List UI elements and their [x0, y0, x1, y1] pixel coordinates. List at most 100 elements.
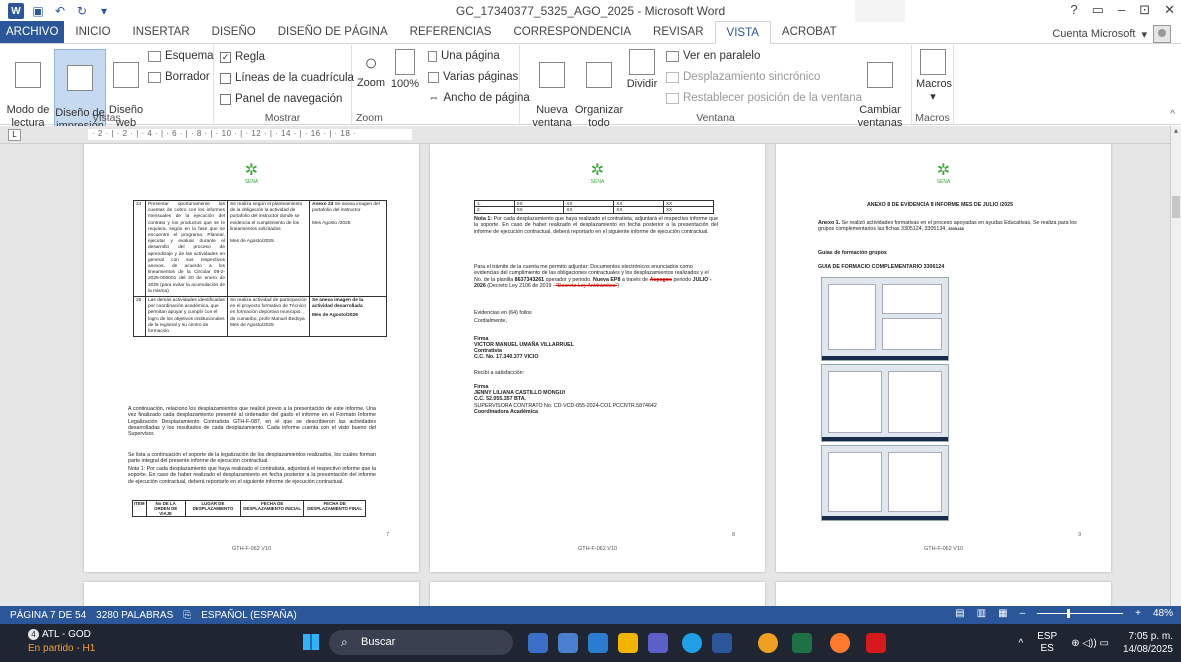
draft-button[interactable]: Borrador [148, 71, 210, 83]
group-label-vistas: Vistas [92, 112, 121, 124]
tab-acrobat[interactable]: ACROBAT [771, 21, 848, 43]
page-width-button[interactable]: ⇔ Ancho de página [428, 92, 530, 104]
page-count-status[interactable]: PÁGINA 7 DE 54 [10, 610, 86, 621]
widgets-icon[interactable] [558, 633, 578, 653]
zoom-button[interactable]: ○ Zoom [354, 49, 388, 90]
help-icon[interactable]: ? [1070, 2, 1077, 18]
zoom-in-button[interactable]: + [1135, 608, 1141, 619]
window-controls: ? ▭ – ⊡ ✕ [1070, 2, 1175, 18]
redo-icon[interactable]: ↻ [74, 3, 90, 19]
tab-referencias[interactable]: REFERENCIAS [399, 21, 503, 43]
tab-diseno[interactable]: DISEÑO [201, 21, 267, 43]
taskbar-search[interactable]: ⌕ Buscar [329, 630, 513, 655]
navigation-pane-checkbox[interactable]: Panel de navegación [220, 93, 342, 105]
store-icon[interactable] [588, 633, 608, 653]
web-layout-status-icon[interactable]: ▦ [998, 608, 1007, 619]
word-taskbar-icon[interactable] [712, 633, 732, 653]
page-12-top[interactable] [776, 582, 1111, 606]
network-volume-battery-icon[interactable]: ⊕ ◁)) ▭ [1071, 638, 1109, 649]
ribbon-display-icon[interactable]: ▭ [1092, 2, 1104, 18]
undo-icon[interactable]: ↶ [52, 3, 68, 19]
language-status[interactable]: ESPAÑOL (ESPAÑA) [201, 610, 296, 621]
avatar[interactable] [1153, 25, 1171, 43]
proofing-icon[interactable]: ⎘ [183, 610, 191, 621]
table-cell: Anexo 24 Se anexa imagen del portafolio … [309, 199, 387, 298]
system-tray: ^ ESP ES ⊕ ◁)) ▭ 7:05 p. m. 14/08/2025 [1018, 630, 1173, 656]
travel-rows-table: 1. XX XX XX XX 2. XX XX XX XX [474, 199, 714, 214]
tab-archivo[interactable]: ARCHIVO [0, 21, 65, 43]
word-count-status[interactable]: 3280 PALABRAS [96, 610, 173, 621]
tab-diseno-pagina[interactable]: DISEÑO DE PÁGINA [267, 21, 399, 43]
table-cell: 24 [133, 199, 146, 298]
evidence-screenshot [821, 445, 949, 521]
table-cell: Se realiza actividad de participación en… [227, 296, 310, 338]
tray-caret-icon[interactable]: ^ [1018, 638, 1023, 649]
taskbar-widget[interactable]: 4 ATL - GOD En partido - H1 [28, 628, 95, 656]
paragraph: Nota 1: Por cada desplazamiento que haya… [128, 466, 376, 485]
minimize-icon[interactable]: – [1118, 2, 1125, 18]
customize-qa-icon[interactable]: ▾ [96, 3, 112, 19]
clock[interactable]: 7:05 p. m. 14/08/2025 [1123, 630, 1173, 656]
paragraph: A continuación, relaciono los desplazami… [128, 406, 376, 438]
macros-button[interactable]: Macros ▾ [916, 49, 952, 104]
page-8[interactable]: ✲ SENA 1. XX XX XX XX 2. XX XX XX XX Nota 1: Por … [430, 144, 765, 572]
tab-vista[interactable]: VISTA [714, 21, 771, 44]
excel-icon[interactable] [792, 633, 812, 653]
ruler-track[interactable]: · 2 · | · 2 · | · 4 · | · 6 · | · 8 · | … [88, 129, 412, 140]
document-canvas[interactable]: ✲ SENA 24 Presentar oportunamente las cue… [0, 144, 1170, 606]
tab-selector-button[interactable]: L [8, 129, 21, 141]
restore-icon[interactable]: ⊡ [1139, 2, 1150, 18]
zoom-out-button[interactable]: – [1020, 608, 1026, 619]
sena-logo-icon: ✲ SENA [590, 162, 605, 185]
acrobat-icon[interactable] [866, 633, 886, 653]
account-menu[interactable]: Cuenta Microsoft ▾ [1052, 25, 1171, 43]
print-layout-status-icon[interactable]: ▥ [977, 608, 986, 619]
tab-insertar[interactable]: INSERTAR [122, 21, 201, 43]
gridlines-checkbox[interactable]: Líneas de la cuadrícula [220, 72, 354, 84]
multiple-pages-button[interactable]: Varias páginas [428, 71, 518, 83]
file-explorer-icon[interactable] [618, 633, 638, 653]
teams-icon[interactable] [648, 633, 668, 653]
web-layout-icon [113, 62, 139, 88]
outline-icon [148, 50, 161, 62]
one-page-button[interactable]: Una página [428, 50, 500, 62]
page-number: 8 [732, 532, 735, 538]
side-by-side-button[interactable]: Ver en paralelo [666, 50, 760, 62]
save-icon[interactable]: ▣ [30, 3, 46, 19]
chrome-icon[interactable] [758, 633, 778, 653]
outline-button[interactable]: Esquema [148, 50, 214, 62]
side-by-side-icon [666, 50, 679, 62]
tab-correspondencia[interactable]: CORRESPONDENCIA [502, 21, 642, 43]
zoom-level[interactable]: 48% [1153, 608, 1173, 619]
page-9[interactable]: ✲ SENA ANEXO 8 DE EVIDENCIA 8 INFORME MES… [776, 144, 1111, 572]
language-indicator[interactable]: ESP ES [1037, 631, 1057, 655]
scroll-up-icon[interactable]: ▴ [1171, 126, 1181, 135]
collapse-ribbon-icon[interactable]: ^ [1170, 109, 1175, 120]
vertical-scrollbar[interactable]: ▴ [1170, 126, 1181, 606]
paragraph: Se lista a continuación el soporte de la… [128, 452, 376, 465]
firefox-icon[interactable] [830, 633, 850, 653]
paragraph: Recibí a satisfacción: [474, 370, 525, 376]
zoom-slider[interactable] [1037, 609, 1124, 618]
split-button[interactable]: Dividir [624, 49, 660, 91]
ruler-checkbox[interactable]: ✓ Regla [220, 51, 265, 63]
reset-window-button[interactable]: Restablecer posición de la ventana [666, 92, 862, 104]
task-view-icon[interactable] [528, 633, 548, 653]
edge-icon[interactable] [682, 633, 702, 653]
page-number: 9 [1078, 532, 1081, 538]
close-icon[interactable]: ✕ [1164, 2, 1175, 18]
scrollbar-thumb[interactable] [1172, 196, 1180, 218]
signature-role: Coordinadora Académica [474, 409, 538, 415]
read-mode-status-icon[interactable]: ▤ [955, 608, 964, 619]
page-number: 7 [386, 532, 389, 538]
group-vistas: Modo de lectura Diseño de impresión Dise… [0, 45, 214, 136]
windows-start-icon[interactable] [303, 634, 319, 650]
page-10-top[interactable] [84, 582, 419, 606]
page-7[interactable]: ✲ SENA 24 Presentar oportunamente las cue… [84, 144, 419, 572]
sync-scroll-button[interactable]: Desplazamiento sincrónico [666, 71, 820, 83]
checkbox-unchecked-icon [220, 72, 231, 84]
tab-revisar[interactable]: REVISAR [642, 21, 715, 43]
zoom-100-button[interactable]: 100% [390, 49, 420, 91]
page-11-top[interactable] [430, 582, 765, 606]
tab-inicio[interactable]: INICIO [64, 21, 121, 43]
